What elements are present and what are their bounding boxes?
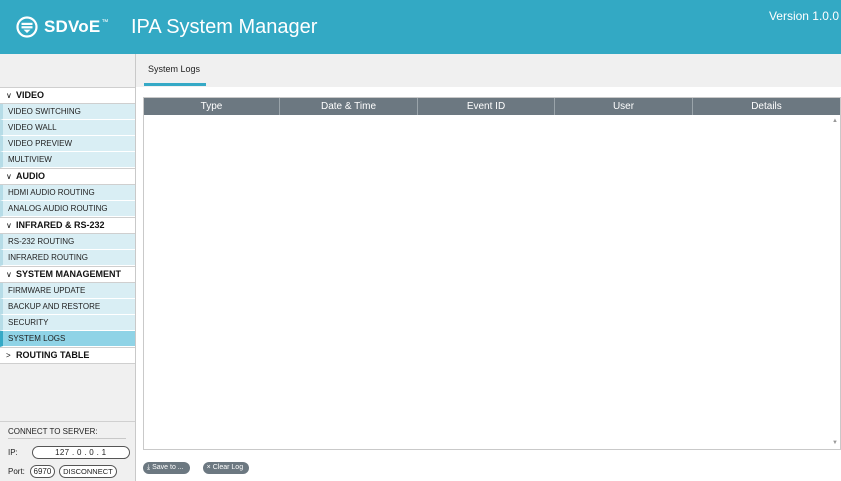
port-input[interactable]: 6970 (29, 464, 55, 478)
log-actions: ⤓ Save to ... × Clear Log (143, 462, 250, 474)
active-tab-indicator (144, 83, 206, 86)
chevron-down-icon: ∨ (6, 172, 12, 181)
table-header: Type Date & Time Event ID User Details (144, 98, 840, 115)
clear-log-label: Clear Log (212, 464, 244, 471)
sidebar-item-video-switching[interactable]: VIDEO SWITCHING (0, 104, 135, 120)
ip-label: IP: (8, 447, 18, 457)
sidebar-item-multiview[interactable]: MULTIVIEW (0, 152, 135, 168)
scroll-down-arrow-icon[interactable]: ▼ (832, 440, 838, 446)
save-log-button[interactable]: ⤓ Save to ... (143, 462, 190, 474)
sidebar-item-rs232-routing[interactable]: RS-232 ROUTING (0, 234, 135, 250)
app-title: IPA System Manager (131, 16, 318, 38)
ip-address-input[interactable]: 127 . 0 . 0 . 1 (31, 445, 130, 459)
disconnect-button[interactable]: DISCONNECT (58, 464, 117, 478)
ip-row: IP: 127 . 0 . 0 . 1 (8, 445, 130, 459)
nav-group-label: SYSTEM MANAGEMENT (16, 269, 122, 279)
version-label: Version 1.0.0 (768, 9, 839, 23)
nav-group-audio[interactable]: ∨ AUDIO (0, 168, 135, 185)
nav-group-label: VIDEO (16, 90, 45, 100)
app-header: SDVoE ™ IPA System Manager Version 1.0.0 (0, 0, 841, 54)
port-label: Port: (8, 466, 25, 476)
column-header-event-id[interactable]: Event ID (418, 98, 555, 115)
sidebar-item-system-logs[interactable]: SYSTEM LOGS (0, 331, 135, 347)
nav-group-label: AUDIO (16, 171, 45, 181)
nav-group-routing-table[interactable]: > ROUTING TABLE (0, 347, 135, 364)
sidebar-nav: ∨ VIDEO VIDEO SWITCHING VIDEO WALL VIDEO … (0, 87, 135, 364)
nav-group-label: ROUTING TABLE (16, 350, 90, 360)
scroll-up-arrow-icon[interactable]: ▲ (832, 118, 838, 124)
divider (8, 438, 126, 439)
chevron-down-icon: ∨ (6, 270, 12, 279)
close-icon: × (206, 464, 211, 471)
sidebar: ∨ VIDEO VIDEO SWITCHING VIDEO WALL VIDEO … (0, 54, 136, 481)
sdvoe-logo-icon (16, 16, 38, 38)
connect-title: CONNECT TO SERVER: (8, 427, 98, 436)
clear-log-button[interactable]: × Clear Log (202, 462, 250, 474)
system-logs-table: Type Date & Time Event ID User Details ▲… (143, 97, 841, 450)
connect-panel: CONNECT TO SERVER: IP: 127 . 0 . 0 . 1 P… (0, 421, 135, 481)
sidebar-item-video-preview[interactable]: VIDEO PREVIEW (0, 136, 135, 152)
sidebar-item-security[interactable]: SECURITY (0, 315, 135, 331)
sidebar-item-infrared-routing[interactable]: INFRARED ROUTING (0, 250, 135, 266)
logo: SDVoE ™ (16, 14, 108, 40)
nav-group-system-management[interactable]: ∨ SYSTEM MANAGEMENT (0, 266, 135, 283)
nav-group-infrared[interactable]: ∨ INFRARED & RS-232 (0, 217, 135, 234)
column-header-date-time[interactable]: Date & Time (280, 98, 418, 115)
logo-trademark: ™ (101, 18, 109, 26)
chevron-down-icon: ∨ (6, 91, 12, 100)
logo-text: SDVoE (44, 17, 101, 36)
column-header-details[interactable]: Details (693, 98, 840, 115)
download-icon: ⤓ (147, 464, 151, 471)
tab-system-logs[interactable]: System Logs (148, 64, 200, 74)
app-root: SDVoE ™ IPA System Manager Version 1.0.0… (0, 0, 841, 481)
port-row: Port: 6970 DISCONNECT (8, 464, 117, 478)
sidebar-item-backup-restore[interactable]: BACKUP AND RESTORE (0, 299, 135, 315)
tab-bar: System Logs (136, 54, 841, 87)
nav-group-video[interactable]: ∨ VIDEO (0, 87, 135, 104)
chevron-right-icon: > (6, 351, 11, 360)
sidebar-item-hdmi-audio-routing[interactable]: HDMI AUDIO ROUTING (0, 185, 135, 201)
sidebar-item-video-wall[interactable]: VIDEO WALL (0, 120, 135, 136)
sidebar-item-firmware-update[interactable]: FIRMWARE UPDATE (0, 283, 135, 299)
column-header-user[interactable]: User (555, 98, 693, 115)
nav-group-label: INFRARED & RS-232 (16, 220, 105, 230)
chevron-down-icon: ∨ (6, 221, 12, 230)
save-log-label: Save to ... (152, 464, 184, 471)
sidebar-item-analog-audio-routing[interactable]: ANALOG AUDIO ROUTING (0, 201, 135, 217)
column-header-type[interactable]: Type (144, 98, 280, 115)
